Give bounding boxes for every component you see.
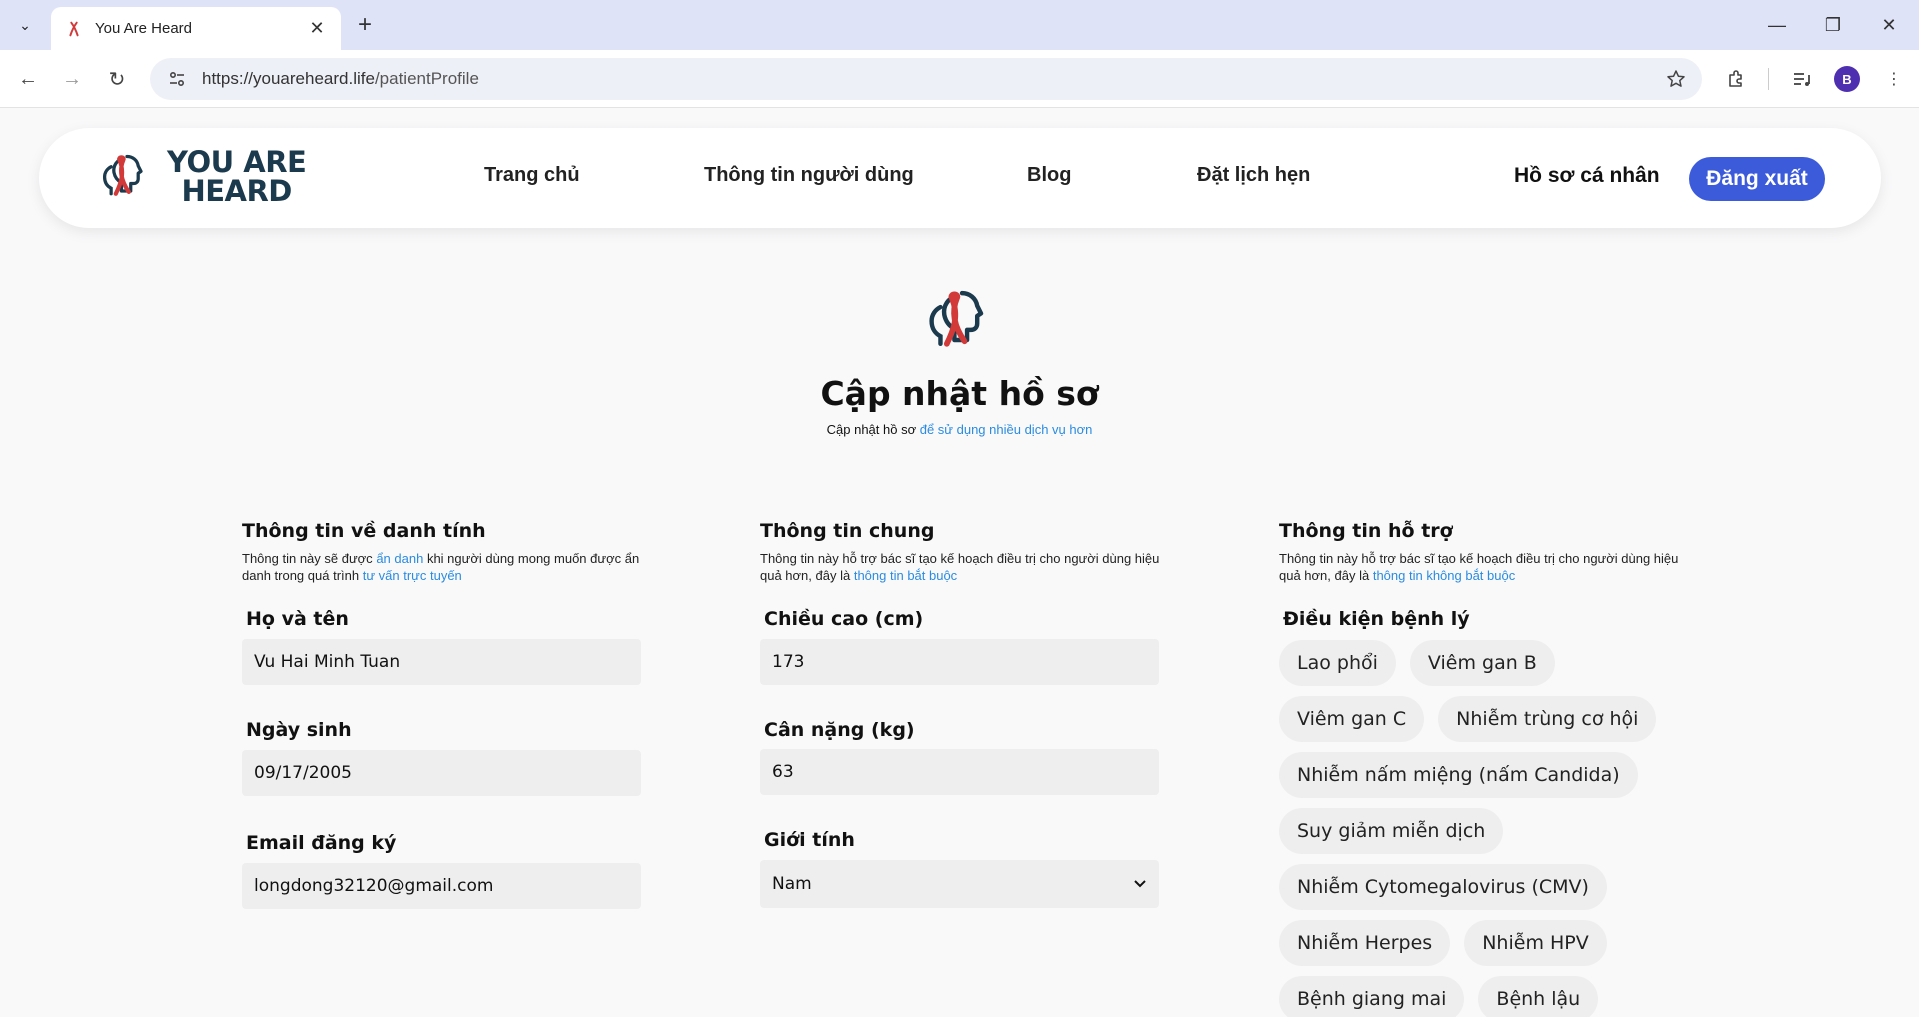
condition-chip[interactable]: Lao phổi xyxy=(1279,640,1396,686)
tab-title: You Are Heard xyxy=(95,20,193,37)
window-close-icon[interactable]: ✕ xyxy=(1869,10,1909,40)
height-label: Chiều cao (cm) xyxy=(764,608,924,630)
condition-chip[interactable]: Nhiễm nấm miệng (nấm Candida) xyxy=(1279,752,1638,798)
nav-booking[interactable]: Đặt lịch hẹn xyxy=(1197,164,1310,187)
gender-select[interactable]: Nam xyxy=(760,860,1159,908)
condition-chip[interactable]: Viêm gan C xyxy=(1279,696,1425,742)
support-section: Thông tin hỗ trợ Thông tin này hỗ trợ bá… xyxy=(1279,520,1679,1017)
address-bar[interactable]: https://youareheard.life/patientProfile xyxy=(150,58,1702,100)
condition-chip[interactable]: Bệnh giang mai xyxy=(1279,976,1465,1017)
condition-chip[interactable]: Bệnh lậu xyxy=(1478,976,1599,1017)
nav-home[interactable]: Trang chủ xyxy=(484,164,580,187)
name-label: Họ và tên xyxy=(246,608,349,630)
gender-label: Giới tính xyxy=(764,829,855,851)
ribbon-head-logo-icon xyxy=(102,154,143,196)
site-info-icon[interactable] xyxy=(164,66,190,92)
forward-icon[interactable]: → xyxy=(55,62,89,96)
url-path: /patientProfile xyxy=(374,69,479,88)
support-desc: Thông tin này hỗ trợ bác sĩ tạo kế hoạch… xyxy=(1279,551,1679,583)
url-host: https://youareheard.life xyxy=(202,69,375,88)
logo-wordmark: YOU ARE HEARD xyxy=(167,145,307,208)
reload-icon[interactable]: ↻ xyxy=(100,62,134,96)
nav-user-info[interactable]: Thông tin người dùng xyxy=(704,164,914,187)
ribbon-head-icon xyxy=(929,290,984,347)
profile-avatar[interactable]: B xyxy=(1834,66,1860,92)
general-title: Thông tin chung xyxy=(760,520,935,542)
identity-desc: Thông tin này sẽ được ẩn danh khi người … xyxy=(242,551,640,583)
identity-section: Thông tin về danh tính Thông tin này sẽ … xyxy=(242,520,642,920)
weight-input[interactable] xyxy=(760,749,1159,795)
condition-chip[interactable]: Suy giảm miễn dịch xyxy=(1279,808,1504,854)
dob-input[interactable] xyxy=(242,750,641,796)
identity-title: Thông tin về danh tính xyxy=(242,520,486,542)
bookmark-star-icon[interactable] xyxy=(1664,67,1688,91)
chevron-down-icon xyxy=(1133,874,1147,894)
site-header: YOU ARE HEARD Trang chủ Thông tin người … xyxy=(39,128,1881,228)
toolbar-separator xyxy=(1768,68,1769,90)
minimize-icon[interactable]: — xyxy=(1757,10,1797,40)
restore-icon[interactable]: ❐ xyxy=(1813,10,1853,40)
condition-chip[interactable]: Viêm gan B xyxy=(1409,640,1555,686)
site-logo[interactable]: YOU ARE HEARD xyxy=(99,145,307,208)
browser-tab[interactable]: You Are Heard ✕ xyxy=(51,7,341,50)
condition-chip[interactable]: Nhiễm Cytomegalovirus (CMV) xyxy=(1279,864,1607,910)
extensions-icon[interactable] xyxy=(1720,63,1752,95)
site-favicon-icon xyxy=(69,21,79,36)
tab-search-icon[interactable]: ⌄ xyxy=(10,10,40,40)
condition-chip[interactable]: Nhiễm Herpes xyxy=(1279,920,1451,966)
weight-label: Cân nặng (kg) xyxy=(764,719,915,741)
back-icon[interactable]: ← xyxy=(11,62,45,96)
height-input[interactable] xyxy=(760,639,1159,685)
condition-chip[interactable]: Nhiễm HPV xyxy=(1464,920,1607,966)
tab-close-icon[interactable]: ✕ xyxy=(307,18,327,39)
page-title: Cập nhật hồ sơ xyxy=(820,374,1099,413)
browser-toolbar: ← → ↻ https://youareheard.life/patientPr… xyxy=(0,50,1919,108)
browser-menu-icon[interactable]: ⋮ xyxy=(1878,63,1910,95)
conditions-chip-list: Lao phổi Viêm gan B Viêm gan C Nhiễm trù… xyxy=(1279,640,1679,1017)
nav-profile[interactable]: Hồ sơ cá nhân xyxy=(1514,164,1660,188)
full-name-input[interactable] xyxy=(242,639,641,685)
browser-tabstrip: ⌄ You Are Heard ✕ + — ❐ ✕ xyxy=(0,0,1919,50)
conditions-label: Điều kiện bệnh lý xyxy=(1283,608,1470,630)
general-desc: Thông tin này hỗ trợ bác sĩ tạo kế hoạch… xyxy=(760,551,1160,583)
logout-button[interactable]: Đăng xuất xyxy=(1689,157,1825,201)
nav-blog[interactable]: Blog xyxy=(1027,164,1071,187)
general-section: Thông tin chung Thông tin này hỗ trợ bác… xyxy=(760,520,1160,920)
condition-chip[interactable]: Nhiễm trùng cơ hội xyxy=(1438,696,1657,742)
support-title: Thông tin hỗ trợ xyxy=(1279,520,1453,542)
media-control-icon[interactable] xyxy=(1786,63,1818,95)
gender-selected-value: Nam xyxy=(772,874,812,894)
email-label: Email đăng ký xyxy=(246,832,397,854)
email-input[interactable] xyxy=(242,863,641,909)
page-subtitle: Cập nhật hồ sơ để sử dụng nhiều dịch vụ … xyxy=(826,422,1093,437)
dob-label: Ngày sinh xyxy=(246,719,352,741)
new-tab-icon[interactable]: + xyxy=(350,10,380,40)
